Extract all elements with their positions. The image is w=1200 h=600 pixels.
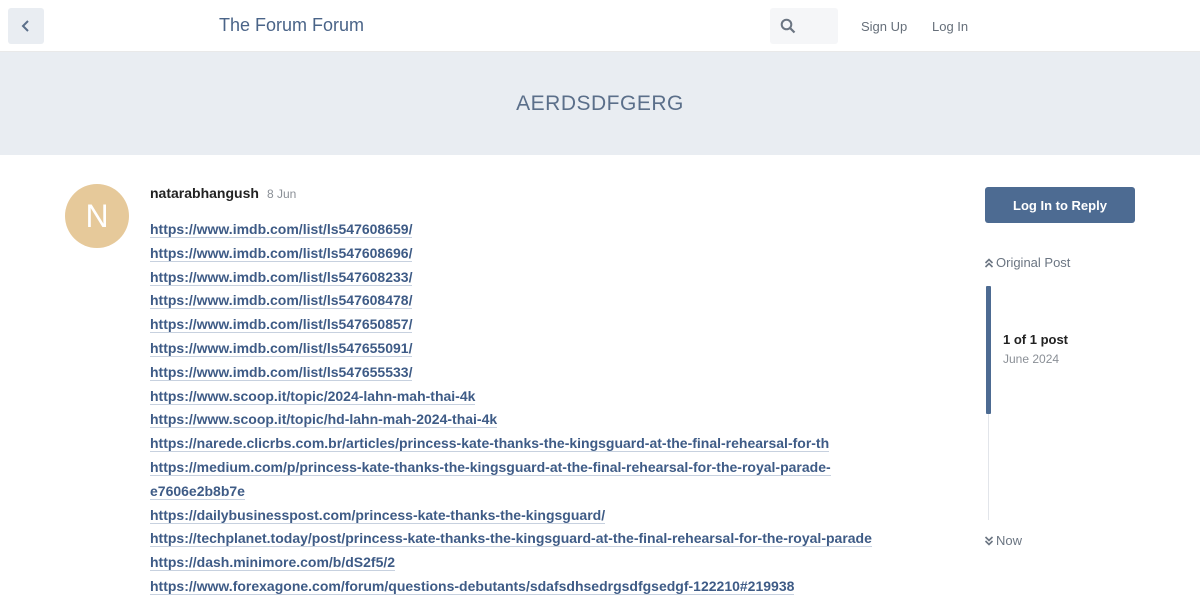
original-post-link[interactable]: Original Post xyxy=(984,255,1070,270)
list-item: https://dailybusinesspost.com/princess-k… xyxy=(150,504,910,528)
post-link[interactable]: https://www.forexagone.com/forum/questio… xyxy=(150,577,795,595)
post-link[interactable]: https://techplanet.today/post/princess-k… xyxy=(150,530,872,548)
sign-up-link[interactable]: Sign Up xyxy=(861,19,907,34)
post-link[interactable]: https://www.imdb.com/list/ls547655533/ xyxy=(150,363,413,381)
post-link[interactable]: https://www.scoop.it/topic/hd-lahn-mah-2… xyxy=(150,411,498,429)
list-item: https://www.scoop.it/topic/2024-lahn-mah… xyxy=(150,385,910,409)
timeline-date: June 2024 xyxy=(1003,352,1060,366)
log-in-to-reply-button[interactable]: Log In to Reply xyxy=(985,187,1135,223)
list-item: https://www.imdb.com/list/ls547608659/ xyxy=(150,218,910,242)
list-item: https://www.forexagone.com/forum/questio… xyxy=(150,575,910,599)
now-link[interactable]: Now xyxy=(984,533,1022,548)
post-link[interactable]: https://www.imdb.com/list/ls547608659/ xyxy=(150,221,413,238)
post-username[interactable]: natarabhangush xyxy=(150,185,259,201)
topic-title[interactable]: AERDSDFGERG xyxy=(516,92,684,116)
site-title[interactable]: The Forum Forum xyxy=(219,15,364,36)
list-item: https://dash.minimore.com/b/dS2f5/2 xyxy=(150,551,910,575)
post-date[interactable]: 8 Jun xyxy=(267,187,296,201)
post-link[interactable]: https://www.imdb.com/list/ls547608233/ xyxy=(150,268,413,286)
list-item: https://www.imdb.com/list/ls547650857/ xyxy=(150,313,910,337)
post-link[interactable]: https://narede.clicrbs.com.br/articles/p… xyxy=(150,435,830,453)
timeline-handle[interactable] xyxy=(986,286,991,414)
post-link[interactable]: https://www.scoop.it/topic/2024-lahn-mah… xyxy=(150,387,476,405)
post-link[interactable]: https://dailybusinesspost.com/princess-k… xyxy=(150,506,606,524)
list-item: https://narede.clicrbs.com.br/articles/p… xyxy=(150,432,910,456)
site-header: The Forum Forum Sign Up Log In xyxy=(0,0,1200,52)
search-button[interactable] xyxy=(770,8,838,44)
post-link[interactable]: https://dash.minimore.com/b/dS2f5/2 xyxy=(150,554,396,572)
log-in-link[interactable]: Log In xyxy=(932,19,968,34)
original-post-label: Original Post xyxy=(996,255,1071,270)
post-link[interactable]: https://www.imdb.com/list/ls547608696/ xyxy=(150,244,413,262)
double-chevron-up-icon xyxy=(984,257,994,268)
post-body: https://www.imdb.com/list/ls547608659/ h… xyxy=(150,218,910,599)
list-item: https://techplanet.today/post/princess-k… xyxy=(150,527,910,551)
post-count: 1 of 1 post xyxy=(1003,332,1069,347)
avatar-letter: N xyxy=(85,197,109,234)
chevron-left-icon xyxy=(21,20,29,32)
list-item: https://www.imdb.com/list/ls547608233/ xyxy=(150,266,910,290)
double-chevron-down-icon xyxy=(984,535,994,546)
list-item: https://medium.com/p/princess-kate-thank… xyxy=(150,456,910,504)
topic-banner: AERDSDFGERG xyxy=(0,52,1200,155)
post-link[interactable]: https://www.imdb.com/list/ls547650857/ xyxy=(150,316,413,334)
post-link[interactable]: https://medium.com/p/princess-kate-thank… xyxy=(150,458,831,500)
back-button[interactable] xyxy=(8,8,44,44)
list-item: https://www.scoop.it/topic/hd-lahn-mah-2… xyxy=(150,408,910,432)
list-item: https://www.imdb.com/list/ls547608696/ xyxy=(150,242,910,266)
list-item: https://www.imdb.com/list/ls547608478/ xyxy=(150,289,910,313)
search-icon xyxy=(780,18,796,34)
post-link[interactable]: https://www.imdb.com/list/ls547608478/ xyxy=(150,292,413,310)
avatar[interactable]: N xyxy=(65,184,129,248)
now-label: Now xyxy=(996,533,1023,548)
list-item: https://www.imdb.com/list/ls547655091/ xyxy=(150,337,910,361)
list-item: https://www.imdb.com/list/ls547655533/ xyxy=(150,361,910,385)
post-link[interactable]: https://www.imdb.com/list/ls547655091/ xyxy=(150,339,413,357)
